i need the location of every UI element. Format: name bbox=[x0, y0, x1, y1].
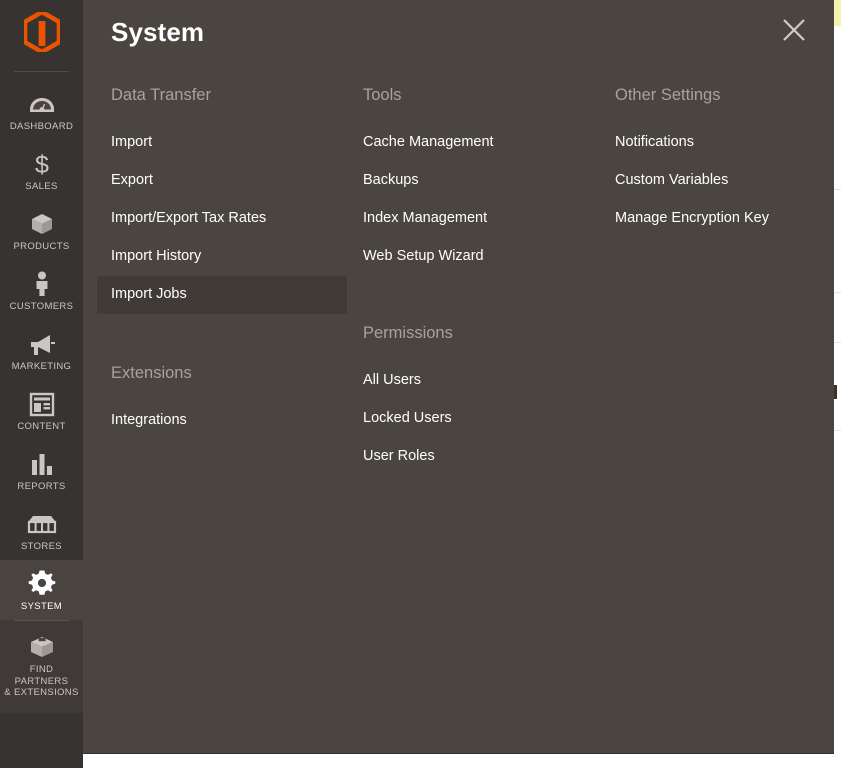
menu-group-title: Data Transfer bbox=[111, 86, 211, 104]
sidebar-nav: DASHBOARD $ SALES PRODUCTS CUSTOMERS MAR… bbox=[0, 80, 83, 713]
bar-chart-icon bbox=[29, 449, 55, 477]
menu-group-permissions: Permissions All Users Locked Users User … bbox=[349, 324, 599, 476]
admin-sidebar: DASHBOARD $ SALES PRODUCTS CUSTOMERS MAR… bbox=[0, 0, 83, 768]
menu-group-title: Extensions bbox=[111, 364, 192, 382]
sidebar-divider bbox=[14, 71, 69, 72]
magento-logo[interactable] bbox=[0, 0, 83, 63]
menu-item-import[interactable]: Import bbox=[97, 124, 347, 162]
menu-group-title: Permissions bbox=[363, 324, 453, 342]
menu-item-locked-users[interactable]: Locked Users bbox=[349, 400, 599, 438]
person-icon bbox=[33, 269, 51, 297]
sidebar-item-system[interactable]: SYSTEM bbox=[0, 560, 83, 620]
menu-group-data-transfer: Data Transfer Import Export Import/Expor… bbox=[97, 86, 347, 314]
menu-group-title: Other Settings bbox=[615, 86, 721, 104]
admin-system-menu-screen: DASHBOARD $ SALES PRODUCTS CUSTOMERS MAR… bbox=[0, 0, 841, 768]
sidebar-item-sales[interactable]: $ SALES bbox=[0, 140, 83, 200]
svg-text:$: $ bbox=[35, 151, 49, 177]
menu-column-data-transfer: Data Transfer Import Export Import/Expor… bbox=[97, 86, 347, 440]
menu-item-manage-encryption-key[interactable]: Manage Encryption Key bbox=[601, 200, 841, 238]
sidebar-item-label: MARKETING bbox=[11, 361, 72, 372]
system-menu-panel: System Data Transfer Import Export Impor… bbox=[83, 0, 834, 754]
sidebar-item-find-partners-extensions[interactable]: FIND PARTNERS & EXTENSIONS bbox=[0, 620, 83, 713]
sidebar-item-label: CUSTOMERS bbox=[9, 301, 74, 312]
storefront-awning-icon bbox=[27, 509, 57, 537]
menu-item-notifications[interactable]: Notifications bbox=[601, 124, 841, 162]
page-title: System bbox=[111, 17, 205, 47]
magento-logo-icon bbox=[22, 8, 61, 55]
sidebar-item-label: SALES bbox=[25, 181, 58, 192]
menu-item-all-users[interactable]: All Users bbox=[349, 362, 599, 400]
menu-group-other-settings: Other Settings Notifications Custom Vari… bbox=[601, 86, 841, 238]
sidebar-item-content[interactable]: CONTENT bbox=[0, 380, 83, 440]
sidebar-item-customers[interactable]: CUSTOMERS bbox=[0, 260, 83, 320]
dollar-sign-icon: $ bbox=[31, 149, 53, 177]
sidebar-item-reports[interactable]: REPORTS bbox=[0, 440, 83, 500]
box-icon bbox=[28, 209, 56, 237]
menu-item-web-setup-wizard[interactable]: Web Setup Wizard bbox=[349, 238, 599, 276]
sidebar-item-label: PRODUCTS bbox=[13, 241, 70, 252]
open-box-icon bbox=[27, 632, 57, 660]
menu-column-tools: Tools Cache Management Backups Index Man… bbox=[349, 86, 599, 476]
close-button[interactable] bbox=[777, 15, 811, 49]
sidebar-item-label-line2: & EXTENSIONS bbox=[4, 687, 79, 698]
menu-item-backups[interactable]: Backups bbox=[349, 162, 599, 200]
menu-item-index-management[interactable]: Index Management bbox=[349, 200, 599, 238]
menu-group-title: Tools bbox=[363, 86, 402, 104]
sidebar-item-label: SYSTEM bbox=[20, 601, 63, 612]
sidebar-item-stores[interactable]: STORES bbox=[0, 500, 83, 560]
sidebar-item-label: DASHBOARD bbox=[9, 121, 74, 132]
menu-item-export[interactable]: Export bbox=[97, 162, 347, 200]
dashboard-gauge-icon bbox=[29, 89, 55, 117]
layout-page-icon bbox=[29, 389, 55, 417]
menu-group-tools: Tools Cache Management Backups Index Man… bbox=[349, 86, 599, 276]
menu-item-import-export-tax-rates[interactable]: Import/Export Tax Rates bbox=[97, 200, 347, 238]
sidebar-item-products[interactable]: PRODUCTS bbox=[0, 200, 83, 260]
sidebar-item-label-line1: FIND PARTNERS bbox=[14, 664, 69, 687]
menu-item-integrations[interactable]: Integrations bbox=[97, 402, 347, 440]
sidebar-item-label: CONTENT bbox=[17, 421, 66, 432]
menu-group-extensions: Extensions Integrations bbox=[97, 364, 347, 440]
sidebar-item-label: STORES bbox=[21, 541, 62, 552]
megaphone-icon bbox=[28, 329, 56, 357]
menu-item-user-roles[interactable]: User Roles bbox=[349, 438, 599, 476]
sidebar-divider bbox=[14, 620, 69, 621]
menu-item-cache-management[interactable]: Cache Management bbox=[349, 124, 599, 162]
gear-icon bbox=[28, 569, 56, 597]
menu-column-other-settings: Other Settings Notifications Custom Vari… bbox=[601, 86, 841, 238]
menu-item-custom-variables[interactable]: Custom Variables bbox=[601, 162, 841, 200]
sidebar-item-marketing[interactable]: MARKETING bbox=[0, 320, 83, 380]
menu-item-import-jobs[interactable]: Import Jobs bbox=[97, 276, 347, 314]
close-icon bbox=[781, 17, 807, 48]
sidebar-item-dashboard[interactable]: DASHBOARD bbox=[0, 80, 83, 140]
sidebar-item-label: REPORTS bbox=[17, 481, 66, 492]
menu-item-import-history[interactable]: Import History bbox=[97, 238, 347, 276]
